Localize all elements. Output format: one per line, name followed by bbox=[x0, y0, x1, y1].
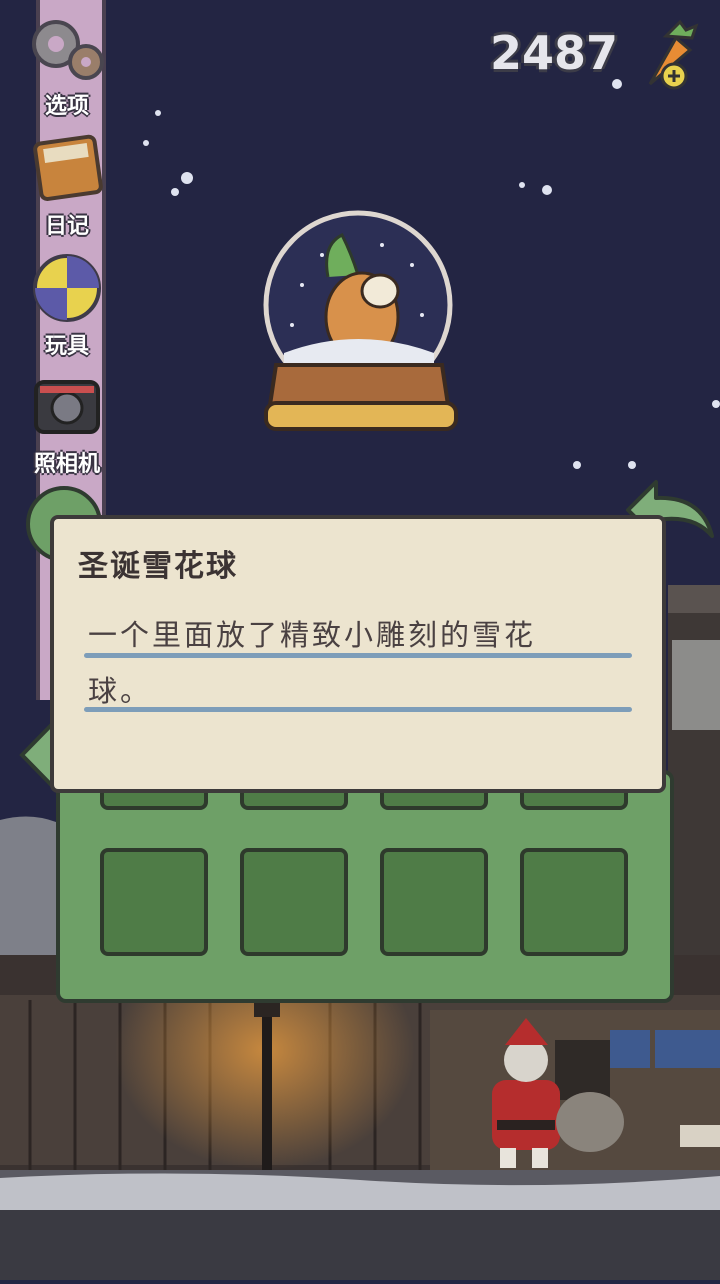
divider bbox=[84, 653, 632, 658]
item-detail-card: 圣诞雪花球 一个里面放了精致小雕刻的雪花 球。 bbox=[50, 515, 666, 793]
sidebar-item-options[interactable]: 选项 bbox=[2, 10, 132, 120]
carrot-counter: 2487 bbox=[490, 26, 619, 80]
carrot-icon[interactable] bbox=[636, 14, 706, 94]
item-title: 圣诞雪花球 bbox=[78, 549, 238, 584]
sidebar-item-label: 选项 bbox=[44, 94, 89, 119]
inventory-slot[interactable] bbox=[240, 848, 348, 956]
sidebar-item-camera[interactable]: 照相机 bbox=[2, 368, 132, 478]
sidebar-item-diary[interactable]: 日记 bbox=[2, 130, 132, 240]
item-description: 一个里面放了精致小雕刻的雪花 球。 bbox=[88, 607, 628, 719]
sidebar-item-label: 玩具 bbox=[44, 334, 89, 359]
divider bbox=[84, 707, 632, 712]
inventory-slot[interactable] bbox=[100, 848, 208, 956]
sidebar-item-label: 日记 bbox=[44, 214, 89, 239]
inventory-panel bbox=[56, 764, 674, 1003]
sidebar-item-label: 照相机 bbox=[33, 452, 100, 477]
snow-globe-icon bbox=[263, 210, 458, 431]
gear-icon bbox=[32, 20, 104, 80]
camera-icon bbox=[34, 380, 100, 434]
sidebar-item-toys[interactable]: 玩具 bbox=[2, 250, 132, 360]
diary-icon bbox=[33, 134, 103, 201]
inventory-slot[interactable] bbox=[380, 848, 488, 956]
toy-ball-icon bbox=[33, 254, 101, 322]
inventory-slot[interactable] bbox=[520, 848, 628, 956]
